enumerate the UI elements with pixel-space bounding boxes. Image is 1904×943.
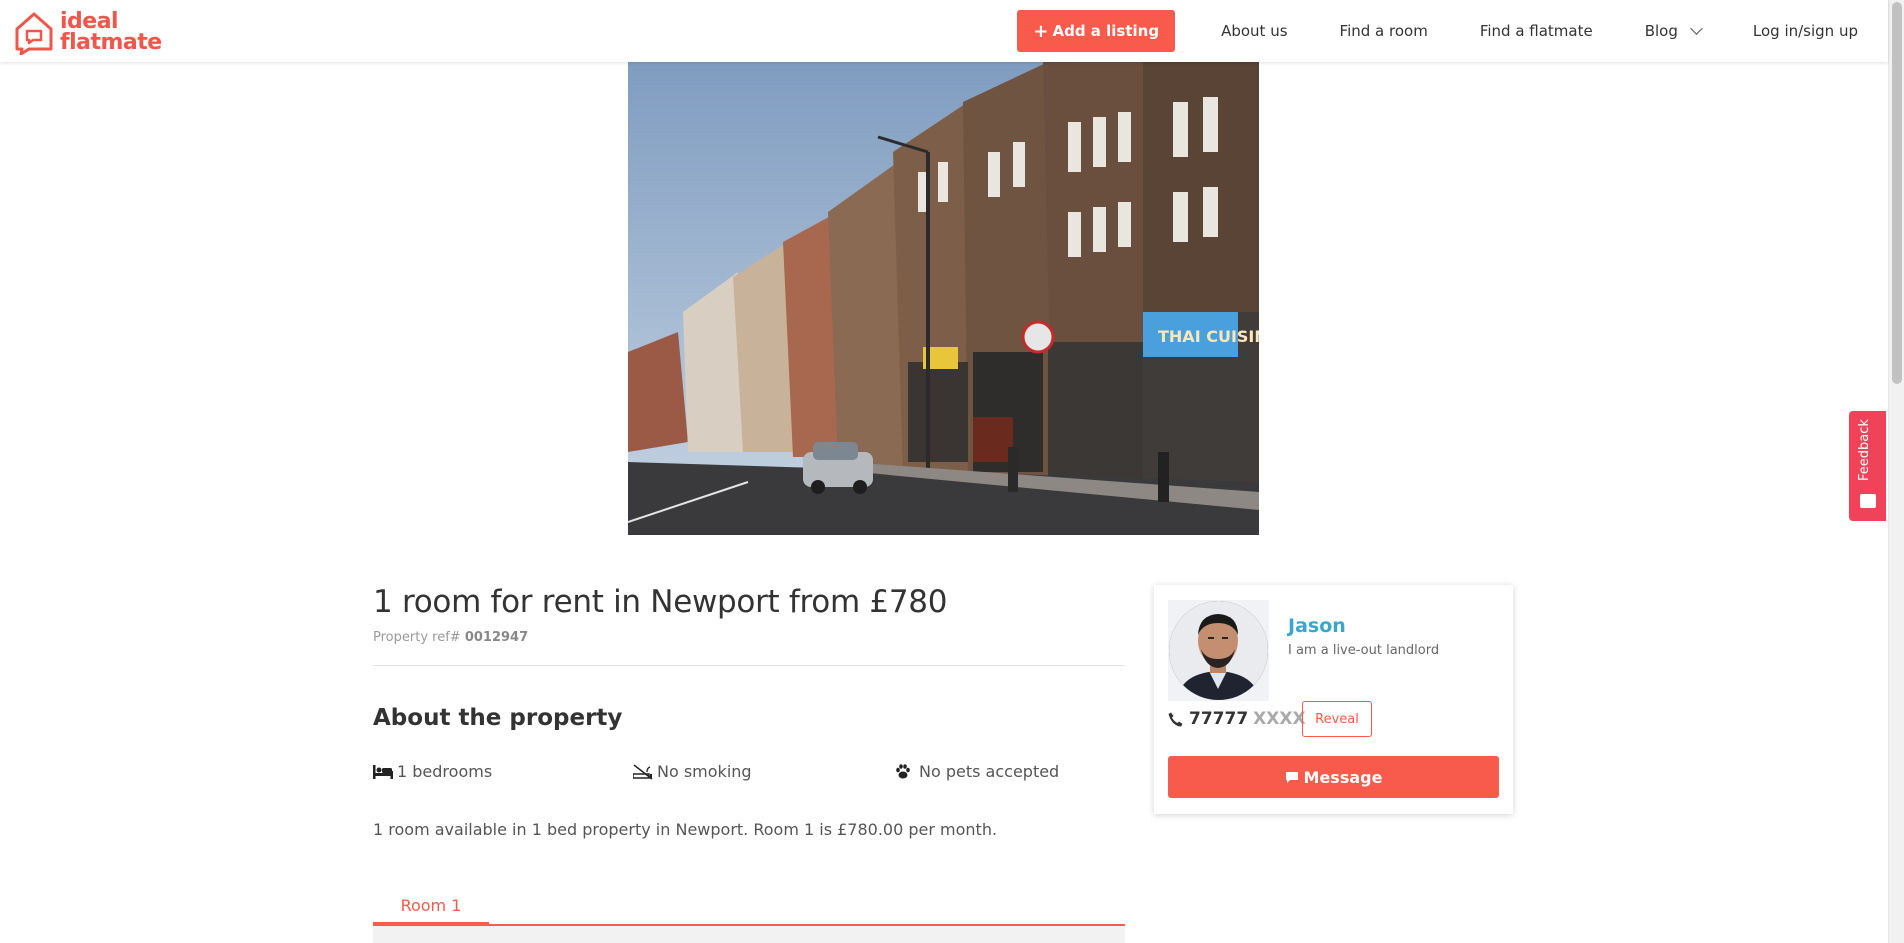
no-smoking-icon bbox=[633, 763, 653, 780]
property-photo[interactable]: THAI CUISINE bbox=[628, 62, 1259, 535]
logo-line-2: flatmate bbox=[60, 30, 162, 55]
nav-find-room[interactable]: Find a room bbox=[1340, 22, 1428, 40]
phone-masked: XXXX bbox=[1253, 709, 1306, 729]
feature-pets: No pets accepted bbox=[895, 762, 1059, 781]
site-logo[interactable]: ideal flatmate bbox=[13, 9, 162, 55]
feedback-icon bbox=[1860, 494, 1876, 508]
add-listing-label: Add a listing bbox=[1052, 22, 1160, 40]
logo-line-1: ideal bbox=[60, 9, 119, 34]
listing-description: 1 room available in 1 bed property in Ne… bbox=[373, 820, 998, 839]
feature-bedrooms-label: 1 bedrooms bbox=[397, 762, 493, 781]
feature-smoking-label: No smoking bbox=[657, 762, 752, 781]
chevron-down-icon bbox=[1690, 21, 1703, 35]
bed-icon bbox=[373, 764, 393, 779]
tab-room-1[interactable]: Room 1 bbox=[373, 888, 489, 926]
property-ref-value: 0012947 bbox=[464, 630, 529, 645]
message-button[interactable]: Message bbox=[1168, 756, 1499, 798]
listing-title: 1 room for rent in Newport from £780 bbox=[373, 584, 948, 620]
scrollbar-thumb[interactable] bbox=[1892, 2, 1902, 384]
landlord-name[interactable]: Jason bbox=[1288, 615, 1346, 637]
room-tab-panel bbox=[373, 926, 1125, 943]
message-label: Message bbox=[1303, 767, 1383, 787]
chat-icon bbox=[1285, 771, 1299, 784]
property-ref: Property ref# 0012947 bbox=[373, 630, 528, 645]
house-chat-logo-icon bbox=[15, 12, 53, 55]
nav-blog[interactable]: Blog bbox=[1644, 21, 1703, 40]
divider bbox=[373, 665, 1125, 666]
site-header: ideal flatmate + Add a listing About us … bbox=[0, 0, 1888, 62]
avatar-photo bbox=[1169, 601, 1268, 700]
property-features: 1 bedrooms No smoking No pets accepted bbox=[373, 762, 1125, 784]
feature-pets-label: No pets accepted bbox=[919, 762, 1060, 781]
nav-find-flatmate[interactable]: Find a flatmate bbox=[1480, 22, 1593, 40]
logo-wordmark: ideal flatmate bbox=[60, 9, 162, 55]
page-scrollbar[interactable] bbox=[1888, 0, 1904, 943]
landlord-role: I am a live-out landlord bbox=[1288, 643, 1440, 658]
phone-icon bbox=[1168, 712, 1183, 727]
about-heading: About the property bbox=[373, 705, 623, 731]
feature-smoking: No smoking bbox=[633, 762, 752, 781]
feedback-tab[interactable]: Feedback bbox=[1849, 411, 1886, 521]
svg-text:THAI CUISINE: THAI CUISINE bbox=[1158, 327, 1259, 346]
feedback-label: Feedback bbox=[1857, 419, 1872, 481]
phone-number: 77777 XXXX bbox=[1168, 709, 1306, 729]
nav-about-us[interactable]: About us bbox=[1221, 22, 1287, 40]
nav-login[interactable]: Log in/sign up bbox=[1753, 22, 1858, 40]
nav-blog-label: Blog bbox=[1644, 22, 1678, 40]
reveal-button[interactable]: Reveal bbox=[1302, 701, 1372, 737]
paw-icon bbox=[895, 764, 911, 779]
property-ref-label: Property ref# bbox=[373, 630, 461, 645]
street-scene-image: THAI CUISINE bbox=[628, 62, 1259, 535]
feature-bedrooms: 1 bedrooms bbox=[373, 762, 492, 781]
contact-card: Jason I am a live-out landlord 77777 XXX… bbox=[1154, 585, 1513, 814]
main-nav: + Add a listing About us Find a room Fin… bbox=[1017, 10, 1858, 52]
phone-visible: 77777 bbox=[1189, 709, 1249, 729]
plus-icon: + bbox=[1033, 20, 1049, 42]
avatar bbox=[1168, 600, 1269, 701]
room-tabs: Room 1 bbox=[373, 888, 1125, 926]
add-listing-button[interactable]: + Add a listing bbox=[1017, 10, 1176, 52]
